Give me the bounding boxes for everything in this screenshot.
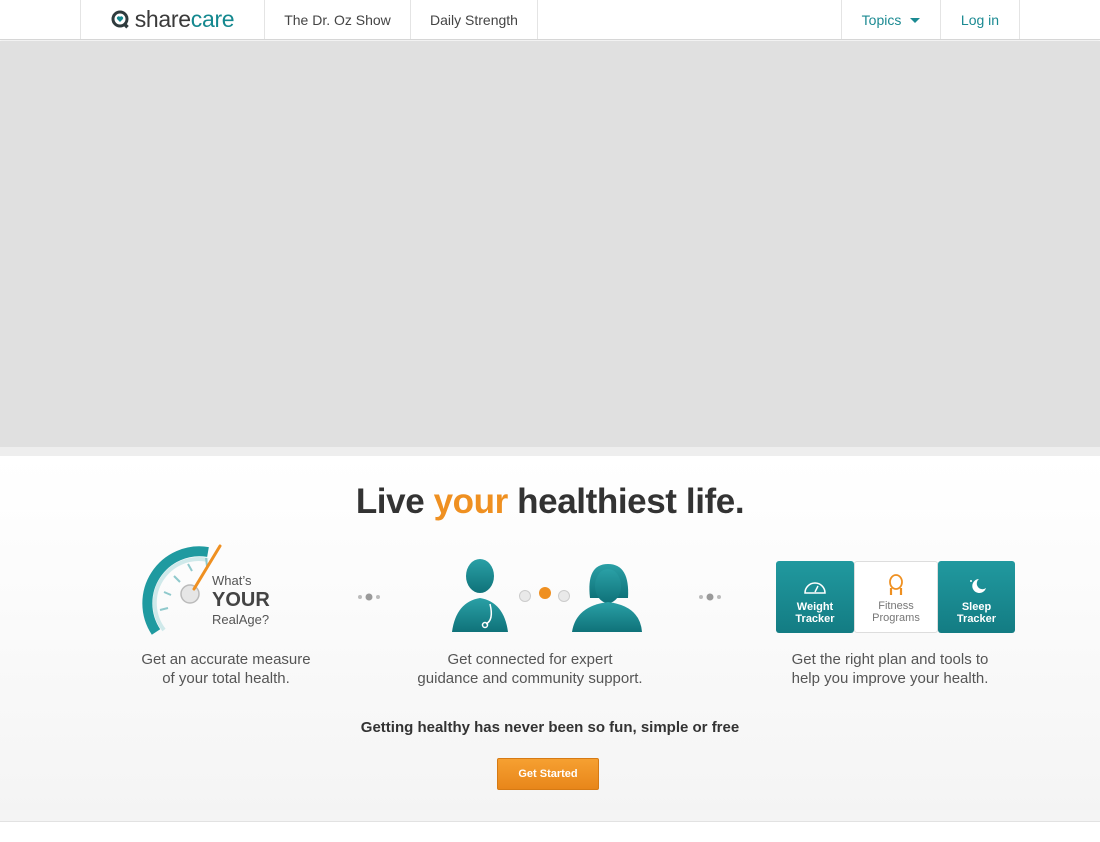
weight-tracker-label-2: Tracker xyxy=(795,613,835,625)
connect-caption-line-2: guidance and community support. xyxy=(417,670,643,687)
scale-icon xyxy=(804,582,826,594)
nav-daily-strength-label: Daily Strength xyxy=(430,11,518,28)
hero-banner-placeholder xyxy=(0,41,1100,447)
fitness-programs-piece[interactable]: Fitness Programs xyxy=(854,561,938,633)
logo-wordmark: sharecare xyxy=(135,6,235,33)
get-started-button[interactable]: Get Started xyxy=(497,758,599,790)
realage-what-text: What’s xyxy=(212,573,252,588)
topics-dropdown[interactable]: Topics xyxy=(841,0,941,39)
login-link[interactable]: Log in xyxy=(941,0,1020,39)
sleep-tracker-piece[interactable]: Sleep Tracker xyxy=(938,561,1015,633)
realage-caption: Get an accurate measure of your total he… xyxy=(106,650,346,688)
logo-share-text: share xyxy=(134,6,191,32)
connector-dots-icon xyxy=(358,593,380,601)
top-navigation-bar: sharecare The Dr. Oz Show Daily Strength… xyxy=(0,0,1100,40)
plan-caption-line-1: Get the right plan and tools to xyxy=(791,651,989,668)
jump-rope-icon xyxy=(889,574,903,595)
weight-tracker-label-1: Weight xyxy=(796,601,834,613)
sharecare-logo-icon xyxy=(111,10,129,28)
connect-caption: Get connected for expert guidance and co… xyxy=(410,650,650,688)
nav-dr-oz-label: The Dr. Oz Show xyxy=(284,11,391,28)
login-label: Log in xyxy=(960,11,1000,28)
connect-caption-line-1: Get connected for expert xyxy=(447,651,613,668)
subheadline: Getting healthy has never been so fun, s… xyxy=(360,719,740,736)
headline-part-2: healthiest life. xyxy=(507,482,745,521)
plan-caption: Get the right plan and tools to help you… xyxy=(770,650,1010,688)
fitness-programs-label-2: Programs xyxy=(872,612,920,624)
headline-highlight: your xyxy=(433,482,509,521)
sleep-tracker-label-2: Tracker xyxy=(956,613,997,625)
doctor-and-member-icon[interactable] xyxy=(450,558,650,638)
realage-caption-line-2: of your total health. xyxy=(162,670,290,687)
weight-tracker-piece[interactable]: Weight Tracker xyxy=(776,561,854,633)
realage-realage-text: RealAge? xyxy=(212,612,270,627)
connector-dots-icon xyxy=(699,593,721,601)
realage-your-text: YOUR xyxy=(212,589,270,611)
sleep-tracker-label-1: Sleep xyxy=(961,601,992,613)
health-tools-puzzle: Weight Tracker Fitness Programs Sleep Tr… xyxy=(776,545,1016,645)
nav-daily-strength[interactable]: Daily Strength xyxy=(411,0,538,39)
logo-care-text: care xyxy=(190,6,235,32)
section-divider xyxy=(0,447,1100,456)
fitness-programs-label-1: Fitness xyxy=(878,600,914,612)
moon-icon xyxy=(969,579,986,593)
realage-caption-line-1: Get an accurate measure xyxy=(141,651,311,668)
sharecare-logo[interactable]: sharecare xyxy=(80,0,265,39)
headline-part-1: Live xyxy=(355,482,434,521)
realage-label: What’s YOUR RealAge? xyxy=(212,574,270,626)
nav-dr-oz-show[interactable]: The Dr. Oz Show xyxy=(265,0,411,39)
plan-caption-line-2: help you improve your health. xyxy=(791,670,989,687)
page-headline: Live your healthiest life. xyxy=(0,482,1100,522)
topics-label: Topics xyxy=(861,11,902,28)
chevron-down-icon xyxy=(910,18,921,23)
